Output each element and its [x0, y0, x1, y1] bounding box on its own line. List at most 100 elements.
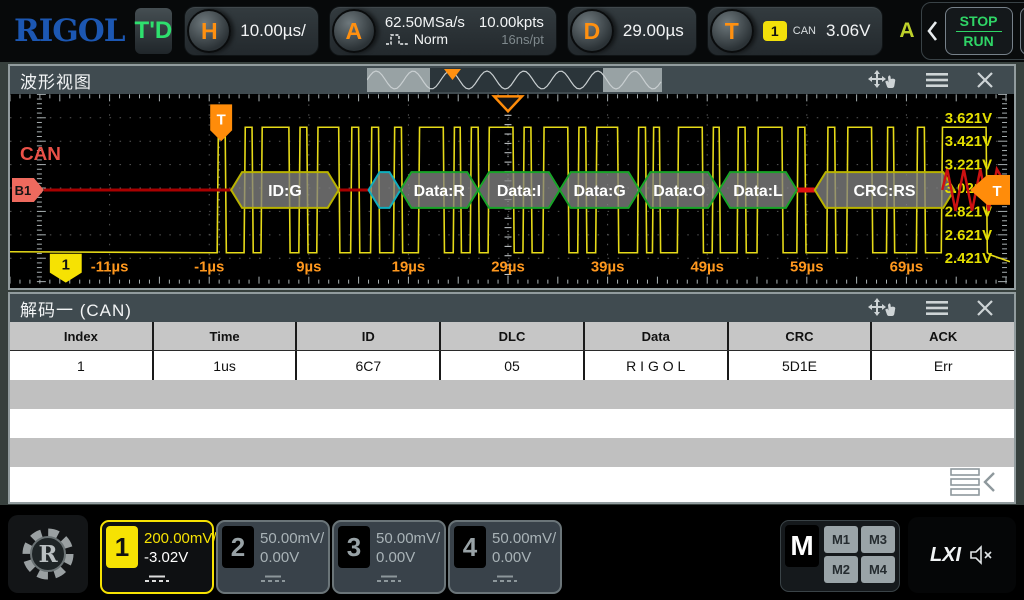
measure-button[interactable]: 测量: [1019, 7, 1024, 55]
horizontal-scale-value: 10.00µs/: [240, 21, 306, 40]
coupling-icon: [144, 570, 170, 588]
decode-empty-row: [10, 438, 1014, 467]
decode-window-titlebar[interactable]: 解码一 (CAN): [10, 294, 1014, 322]
channel-4-badge: 4: [454, 526, 486, 568]
channel-2-values: 50.00mV/0.00V: [260, 530, 325, 566]
move-window-icon[interactable]: [868, 70, 898, 90]
collapse-list-icon[interactable]: [950, 468, 998, 496]
acquire-widget[interactable]: A 62.50MSa/s Norm 10.00kpts 16ns/pt: [328, 6, 557, 56]
svg-text:-1µs: -1µs: [194, 259, 224, 276]
math-label: M: [785, 525, 819, 567]
column-header-dlc: DLC: [441, 322, 585, 350]
cell-dlc: 05: [441, 351, 585, 380]
decode-window-title: 解码一 (CAN): [20, 300, 132, 320]
svg-text:3.421V: 3.421V: [945, 133, 992, 150]
svg-text:B1: B1: [15, 183, 32, 198]
decode-empty-row: [10, 467, 1014, 496]
svg-text:R: R: [38, 541, 58, 568]
memory-depth: 10.00kpts: [478, 14, 544, 31]
lxi-label: LXI: [929, 543, 962, 566]
math-grid: M1 M3 M2 M4: [824, 526, 895, 583]
chevron-left-icon[interactable]: [926, 19, 938, 43]
trigger-widget[interactable]: T 1 CAN 3.06V: [706, 6, 884, 56]
svg-text:2.621V: 2.621V: [945, 227, 992, 244]
svg-text:19µs: 19µs: [392, 259, 426, 276]
acquire-key-icon: A: [331, 9, 376, 53]
decode-table-row[interactable]: 1 1us 6C7 05 R I G O L 5D1E Err: [10, 351, 1014, 380]
divider: [955, 30, 1002, 32]
svg-text:2.821V: 2.821V: [945, 203, 992, 220]
math-button-m2[interactable]: M2: [824, 556, 858, 583]
menu-icon[interactable]: [926, 72, 948, 88]
svg-text:Data:O: Data:O: [653, 183, 705, 200]
acquire-mode: Norm: [413, 31, 449, 47]
waveform-window: 波形视图 ID:G Data:R Data:I Data:G Data:O Data:L C…: [8, 64, 1016, 290]
move-window-icon[interactable]: [868, 298, 898, 318]
decode-window: 解码一 (CAN) Index Time ID DLC Data CRC ACK 1 1us 6…: [8, 292, 1016, 504]
math-button-m3[interactable]: M3: [861, 526, 895, 553]
svg-text:2.421V: 2.421V: [945, 250, 992, 267]
channel-2-widget[interactable]: 2 50.00mV/0.00V: [216, 520, 330, 594]
pulse-icon: [385, 34, 408, 45]
svg-text:Data:R: Data:R: [414, 183, 466, 200]
menu-icon[interactable]: [926, 300, 948, 316]
trigger-level-value: 3.06V: [825, 21, 871, 40]
svg-text:29µs: 29µs: [491, 259, 525, 276]
oscilloscope-screen: RIGOL T'D H 10.00µs/ A 62.50MSa/s Norm 1…: [0, 0, 1024, 600]
rigol-logo: RIGOL: [14, 13, 126, 49]
stop-label: STOP: [959, 12, 998, 29]
close-icon[interactable]: [976, 299, 994, 317]
svg-text:59µs: 59µs: [790, 259, 824, 276]
channel-4-widget[interactable]: 4 50.00mV/0.00V: [448, 520, 562, 594]
decode-empty-row: [10, 380, 1014, 409]
sweep-mode-indicator: A: [899, 19, 915, 42]
svg-text:3.621V: 3.621V: [945, 110, 992, 127]
waveform-window-titlebar[interactable]: 波形视图: [10, 66, 1014, 94]
speaker-muted-icon[interactable]: [970, 545, 994, 565]
toolbar-cluster: STOP RUN 测量: [920, 2, 1024, 60]
channel-3-badge: 3: [338, 526, 370, 568]
timebase-overview-strip[interactable]: [367, 68, 662, 92]
delay-key-icon: D: [569, 9, 614, 53]
column-header-ack: ACK: [929, 328, 958, 344]
svg-text:69µs: 69µs: [890, 259, 924, 276]
svg-text:ID:G: ID:G: [268, 183, 302, 200]
channel-3-widget[interactable]: 3 50.00mV/0.00V: [332, 520, 446, 594]
close-icon[interactable]: [976, 71, 994, 89]
channel-1-widget[interactable]: 1 200.00mV/-3.02V: [100, 520, 217, 594]
horizontal-offset-value: 29.00µs: [622, 21, 684, 40]
horizontal-key-icon: H: [187, 9, 232, 53]
sample-resolution: 16ns/pt: [501, 32, 544, 47]
decode-empty-row: [10, 409, 1014, 438]
column-header-time: Time: [154, 322, 298, 350]
decode-table-header: Index Time ID DLC Data CRC ACK: [10, 322, 1014, 351]
column-header-data: Data: [585, 322, 729, 350]
cell-time: 1us: [154, 351, 298, 380]
math-widget[interactable]: M M1 M3 M2 M4: [780, 520, 900, 592]
svg-text:CAN: CAN: [20, 144, 61, 165]
horizontal-scale-widget[interactable]: H 10.00µs/: [184, 6, 319, 56]
trigger-type: CAN: [792, 25, 816, 37]
run-label: RUN: [963, 32, 994, 49]
cell-crc: 5D1E: [729, 351, 873, 380]
svg-text:9µs: 9µs: [296, 259, 321, 276]
delay-widget[interactable]: D 29.00µs: [566, 6, 697, 56]
svg-text:CRC:RS: CRC:RS: [854, 183, 916, 200]
stop-run-button[interactable]: STOP RUN: [944, 7, 1013, 55]
rigol-menu-button[interactable]: R: [8, 515, 88, 593]
coupling-icon: [492, 570, 518, 588]
trigger-status-badge: T'D: [134, 8, 173, 54]
column-header-id: ID: [297, 322, 442, 350]
math-button-m4[interactable]: M4: [861, 556, 895, 583]
svg-text:T: T: [992, 183, 1001, 200]
math-button-m1[interactable]: M1: [824, 526, 858, 553]
waveform-display[interactable]: ID:G Data:R Data:I Data:G Data:O Data:L CRC:RS…: [10, 94, 1010, 284]
bottombar: R 1 200.00mV/-3.02V 2 50.00mV/0.00V 3 50.00mV…: [0, 505, 1024, 600]
sample-rate: 62.50MSa/s: [384, 14, 465, 31]
svg-text:-11µs: -11µs: [91, 259, 129, 276]
svg-text:T: T: [217, 111, 226, 128]
topbar: RIGOL T'D H 10.00µs/ A 62.50MSa/s Norm 1…: [0, 0, 1024, 62]
cell-id: 6C7: [297, 351, 442, 380]
trigger-source-badge: 1: [762, 21, 787, 41]
svg-text:Data:G: Data:G: [574, 183, 626, 200]
